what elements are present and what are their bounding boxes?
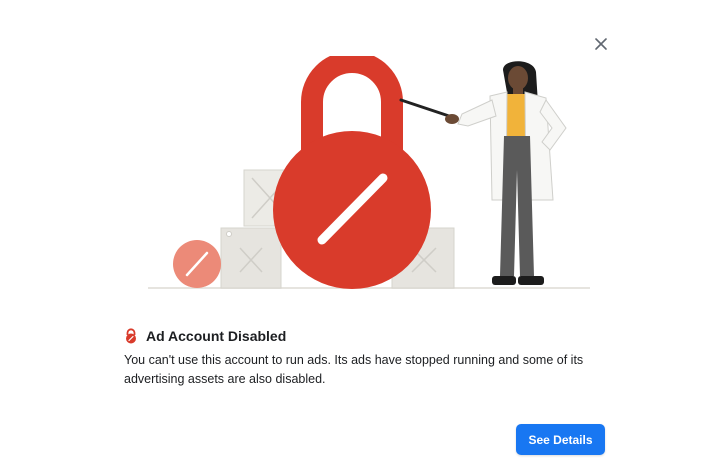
close-icon	[595, 38, 607, 50]
title-row: Ad Account Disabled	[124, 326, 286, 346]
dialog-title: Ad Account Disabled	[146, 328, 287, 344]
dialog-message: You can't use this account to run ads. I…	[124, 353, 584, 386]
ad-account-disabled-dialog: Ad Account Disabled You can't use this a…	[0, 0, 720, 459]
big-lock-icon	[273, 56, 431, 289]
see-details-button[interactable]: See Details	[516, 424, 605, 455]
disabled-box-icon	[220, 227, 282, 289]
close-button[interactable]	[589, 32, 613, 56]
lock-icon	[126, 328, 136, 344]
presenter-figure-icon	[445, 61, 567, 285]
disabled-lock-illustration	[148, 56, 590, 289]
small-disabled-circle-icon	[173, 240, 221, 288]
